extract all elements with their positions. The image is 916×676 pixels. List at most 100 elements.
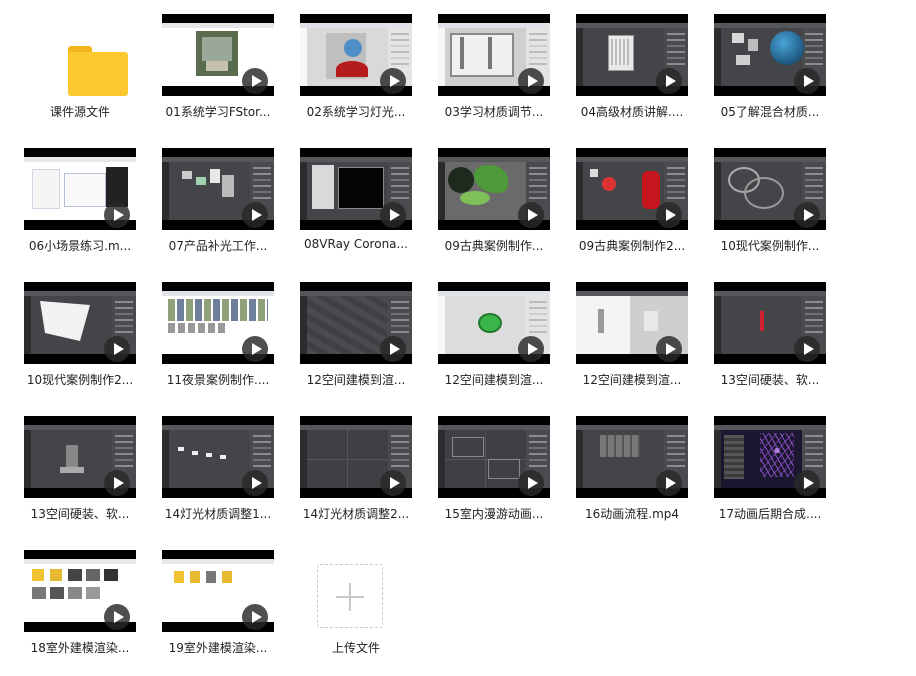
video-thumbnail — [300, 14, 412, 96]
play-icon[interactable] — [656, 470, 682, 496]
upload-label: 上传文件 — [331, 641, 380, 655]
video-file-item[interactable]: 13空间硬装、软... — [708, 282, 840, 408]
video-file-item[interactable]: 10现代案例制作2... — [18, 282, 150, 408]
video-file-item[interactable]: 17动画后期合成.... — [708, 416, 840, 542]
play-icon[interactable] — [104, 604, 130, 630]
video-file-item[interactable]: 01系统学习FStor... — [156, 14, 288, 140]
file-name: 16动画流程.mp4 — [584, 507, 680, 521]
folder-item[interactable]: 课件源文件 — [18, 14, 150, 140]
video-thumbnail — [714, 282, 826, 364]
file-name: 04高级材质讲解.... — [580, 105, 684, 119]
file-name: 19室外建模渲染... — [168, 641, 268, 655]
video-file-item[interactable]: 06小场景练习.m... — [18, 148, 150, 274]
file-name: 01系统学习FStor... — [165, 105, 271, 119]
video-thumbnail — [438, 282, 550, 364]
video-thumbnail — [300, 148, 412, 230]
video-thumbnail — [300, 282, 412, 364]
file-grid: 课件源文件 01系统学习FStor... 02系统学习灯光... 03学习材质调… — [0, 0, 916, 662]
play-icon[interactable] — [104, 470, 130, 496]
file-name: 07产品补光工作... — [168, 239, 268, 253]
play-icon[interactable] — [794, 470, 820, 496]
video-thumbnail — [162, 148, 274, 230]
file-name: 02系统学习灯光... — [306, 105, 406, 119]
play-icon[interactable] — [518, 470, 544, 496]
play-icon[interactable] — [242, 336, 268, 362]
video-thumbnail — [576, 416, 688, 498]
play-icon[interactable] — [518, 202, 544, 228]
file-name: 10现代案例制作... — [720, 239, 820, 253]
file-name: 13空间硬装、软... — [720, 373, 820, 387]
video-thumbnail — [576, 14, 688, 96]
video-thumbnail — [714, 416, 826, 498]
play-icon[interactable] — [242, 604, 268, 630]
play-icon[interactable] — [518, 336, 544, 362]
video-file-item[interactable]: 12空间建模到渲... — [570, 282, 702, 408]
file-name: 12空间建模到渲... — [444, 373, 544, 387]
video-file-item[interactable]: 16动画流程.mp4 — [570, 416, 702, 542]
play-icon[interactable] — [242, 470, 268, 496]
file-name: 18室外建模渲染... — [30, 641, 130, 655]
play-icon[interactable] — [794, 336, 820, 362]
file-name: 14灯光材质调整2... — [302, 507, 410, 521]
upload-item[interactable]: 上传文件 — [294, 550, 426, 676]
file-name: 13空间硬装、软... — [30, 507, 130, 521]
video-thumbnail — [438, 14, 550, 96]
video-file-item[interactable]: 07产品补光工作... — [156, 148, 288, 274]
video-thumbnail — [24, 148, 136, 230]
upload-button[interactable] — [317, 564, 383, 628]
plus-icon — [336, 583, 364, 611]
video-file-item[interactable]: 12空间建模到渲... — [432, 282, 564, 408]
video-file-item[interactable]: 12空间建模到渲... — [294, 282, 426, 408]
file-name: 05了解混合材质... — [720, 105, 820, 119]
folder-name: 课件源文件 — [49, 105, 110, 119]
file-name: 08VRay Corona... — [304, 237, 408, 251]
video-thumbnail — [162, 416, 274, 498]
play-icon[interactable] — [656, 68, 682, 94]
video-file-item[interactable]: 02系统学习灯光... — [294, 14, 426, 140]
play-icon[interactable] — [242, 202, 268, 228]
video-file-item[interactable]: 09古典案例制作2... — [570, 148, 702, 274]
video-file-item[interactable]: 14灯光材质调整2... — [294, 416, 426, 542]
file-name: 06小场景练习.m... — [28, 239, 132, 253]
video-thumbnail — [438, 148, 550, 230]
video-file-item[interactable]: 15室内漫游动画... — [432, 416, 564, 542]
video-thumbnail — [714, 148, 826, 230]
video-file-item[interactable]: 08VRay Corona... — [294, 148, 426, 274]
video-file-item[interactable]: 04高级材质讲解.... — [570, 14, 702, 140]
play-icon[interactable] — [380, 336, 406, 362]
play-icon[interactable] — [656, 202, 682, 228]
play-icon[interactable] — [104, 336, 130, 362]
play-icon[interactable] — [380, 68, 406, 94]
play-icon[interactable] — [656, 336, 682, 362]
play-icon[interactable] — [104, 202, 130, 228]
video-thumbnail — [576, 148, 688, 230]
file-name: 11夜景案例制作.... — [166, 373, 270, 387]
file-name: 10现代案例制作2... — [26, 373, 134, 387]
video-thumbnail — [576, 282, 688, 364]
video-file-item[interactable]: 19室外建模渲染... — [156, 550, 288, 676]
video-file-item[interactable]: 09古典案例制作... — [432, 148, 564, 274]
play-icon[interactable] — [380, 470, 406, 496]
video-file-item[interactable]: 11夜景案例制作.... — [156, 282, 288, 408]
file-name: 03学习材质调节... — [444, 105, 544, 119]
file-name: 09古典案例制作2... — [578, 239, 686, 253]
video-thumbnail — [24, 416, 136, 498]
video-file-item[interactable]: 05了解混合材质... — [708, 14, 840, 140]
video-file-item[interactable]: 14灯光材质调整1... — [156, 416, 288, 542]
video-thumbnail — [300, 416, 412, 498]
file-name: 14灯光材质调整1... — [164, 507, 272, 521]
file-name: 12空间建模到渲... — [582, 373, 682, 387]
video-file-item[interactable]: 03学习材质调节... — [432, 14, 564, 140]
video-thumbnail — [714, 14, 826, 96]
play-icon[interactable] — [794, 202, 820, 228]
folder-icon — [68, 46, 128, 96]
video-file-item[interactable]: 13空间硬装、软... — [18, 416, 150, 542]
video-thumbnail — [162, 282, 274, 364]
play-icon[interactable] — [794, 68, 820, 94]
play-icon[interactable] — [380, 202, 406, 228]
play-icon[interactable] — [518, 68, 544, 94]
video-file-item[interactable]: 18室外建模渲染... — [18, 550, 150, 676]
video-file-item[interactable]: 10现代案例制作... — [708, 148, 840, 274]
play-icon[interactable] — [242, 68, 268, 94]
video-thumbnail — [162, 14, 274, 96]
